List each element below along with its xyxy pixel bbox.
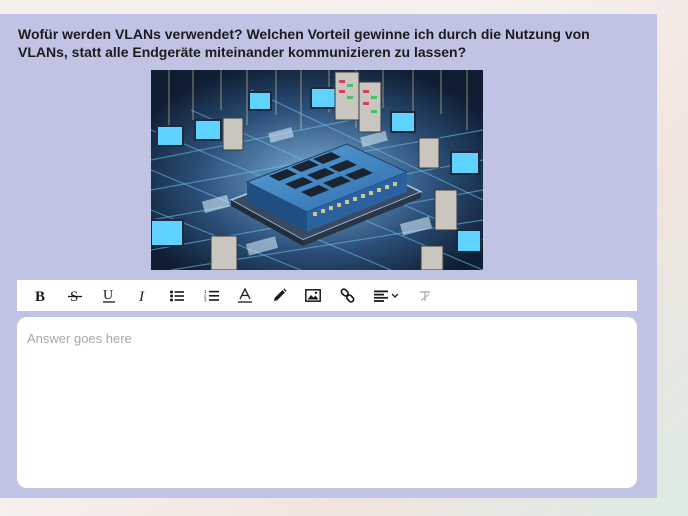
clear-format-icon [420,290,430,301]
highlight-button[interactable] [262,284,296,308]
link-icon [340,288,354,303]
align-dropdown-button[interactable] [364,284,408,308]
italic-icon: I [138,289,145,303]
bullet-list-button[interactable] [160,284,194,308]
numbered-list-button[interactable]: 123 [194,284,228,308]
bold-button[interactable]: B [24,284,58,308]
chevron-down-icon [391,293,398,298]
svg-text:3: 3 [204,298,207,302]
svg-text:B: B [35,289,45,303]
question-text: Wofür werden VLANs verwendet? Welchen Vo… [18,26,590,60]
pen-icon [273,288,287,301]
strikethrough-icon: S [68,289,82,303]
insert-image-button[interactable] [296,284,330,308]
numbered-list-icon: 123 [204,289,219,302]
answer-field[interactable] [17,317,637,488]
underline-icon: U [103,288,115,303]
image-icon [305,289,321,302]
clear-format-button[interactable] [408,284,442,308]
bold-icon: B [35,289,45,303]
svg-text:I: I [138,289,145,303]
formatting-toolbar: B S U I 123 [17,280,637,311]
text-color-button[interactable] [228,284,262,308]
align-left-icon [373,290,388,302]
text-color-icon [238,288,252,303]
insert-link-button[interactable] [330,284,364,308]
svg-text:U: U [103,288,113,303]
question-panel: Wofür werden VLANs verwendet? Welchen Vo… [0,14,657,498]
bullet-list-icon [170,290,184,301]
underline-button[interactable]: U [92,284,126,308]
strikethrough-button[interactable]: S [58,284,92,308]
network-switch-illustration [151,70,483,270]
italic-button[interactable]: I [126,284,160,308]
